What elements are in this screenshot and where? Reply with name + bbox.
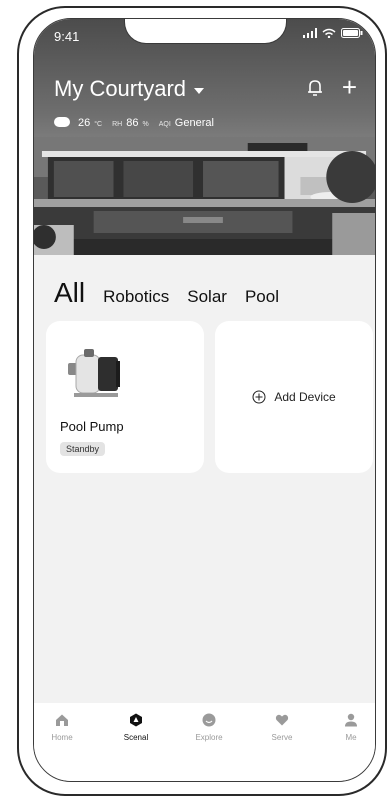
category-tabs: All Robotics Solar Pool — [54, 277, 279, 309]
chevron-down-icon — [194, 87, 205, 94]
home-icon — [56, 714, 68, 726]
humidity-unit: % — [142, 121, 149, 128]
nav-serve[interactable]: Serve — [252, 713, 312, 742]
heart-icon — [275, 714, 289, 726]
battery-icon — [341, 28, 363, 38]
nav-home[interactable]: Home — [34, 713, 92, 742]
status-time: 9:41 — [54, 29, 80, 44]
add-device-card[interactable]: Add Device — [215, 321, 373, 473]
status-icons — [303, 28, 363, 38]
tab-robotics[interactable]: Robotics — [103, 287, 169, 307]
humidity-value: 86 — [126, 117, 139, 129]
nav-label: Me — [345, 733, 357, 742]
nav-scenal[interactable]: Scenal — [106, 713, 166, 742]
explore-icon — [202, 713, 216, 727]
add-device-label: Add Device — [274, 390, 336, 404]
device-name: Pool Pump — [60, 419, 124, 434]
temperature-unit: °C — [94, 121, 103, 128]
house-image — [34, 137, 375, 255]
tab-all[interactable]: All — [54, 277, 85, 309]
nav-label: Serve — [271, 733, 293, 742]
user-icon — [345, 713, 357, 727]
aqi-value: General — [174, 117, 214, 129]
signal-icon — [303, 28, 317, 38]
weather-bar: 26 °C RH 86 % AQI General — [54, 116, 214, 129]
plus-circle-icon — [252, 390, 266, 404]
humidity-label: RH — [112, 121, 123, 128]
scenal-icon — [130, 713, 142, 727]
tab-solar[interactable]: Solar — [187, 287, 227, 307]
status-badge: Standby — [60, 442, 106, 456]
nav-label: Home — [51, 733, 73, 742]
app-screen: 9:41 My Courtyard + 26 °C RH 86 % AQI Ge… — [33, 18, 376, 782]
bottom-nav: Home Scenal Explore Serve Me — [34, 703, 375, 781]
temperature-value: 26 — [78, 117, 91, 129]
bell-icon[interactable] — [307, 79, 323, 97]
tab-pool[interactable]: Pool — [245, 287, 279, 307]
nav-explore[interactable]: Explore — [179, 713, 239, 742]
cloud-icon — [54, 117, 70, 127]
courtyard-selector[interactable]: My Courtyard — [54, 76, 205, 102]
page-title: My Courtyard — [54, 76, 187, 101]
nav-label: Explore — [195, 733, 223, 742]
courtyard-hero — [34, 19, 375, 255]
aqi-label: AQI — [158, 121, 171, 128]
pool-pump-image — [68, 349, 120, 397]
nav-label: Scenal — [123, 733, 149, 742]
wifi-icon — [322, 28, 336, 38]
notch — [124, 19, 287, 44]
device-card-pool-pump[interactable]: Pool Pump Standby — [46, 321, 204, 473]
nav-me[interactable]: Me — [321, 713, 375, 742]
add-icon[interactable]: + — [342, 74, 357, 100]
